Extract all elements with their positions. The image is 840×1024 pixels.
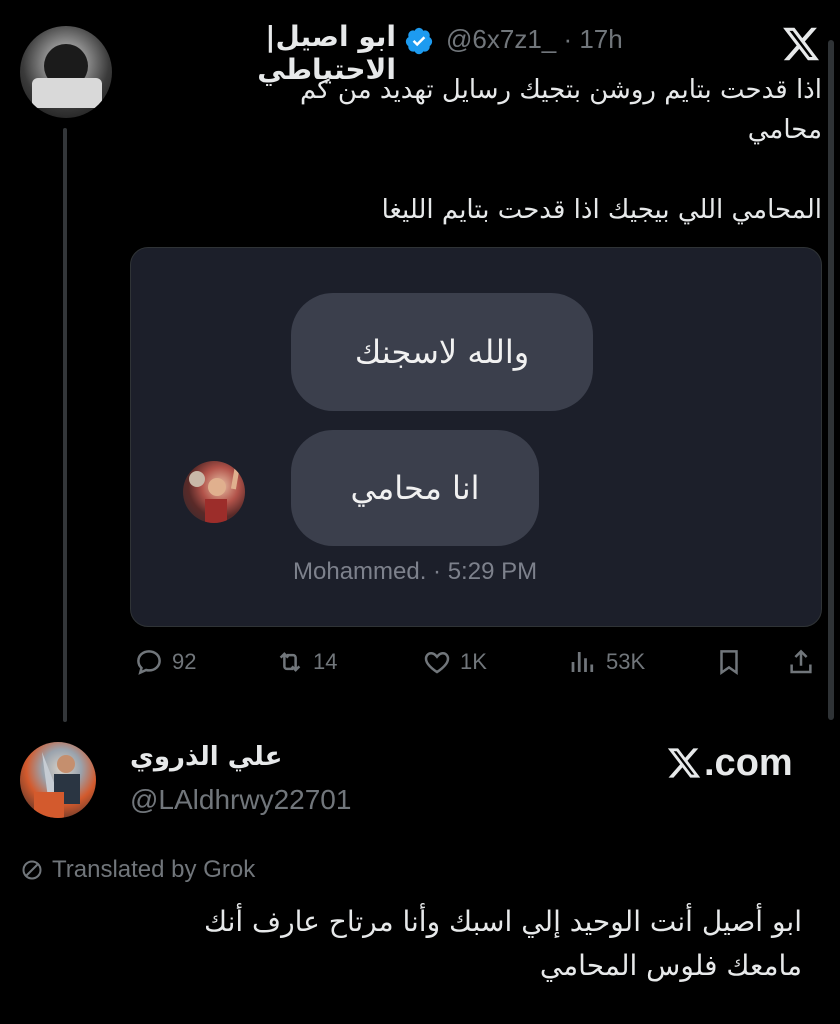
like-icon bbox=[424, 651, 450, 674]
author-handle[interactable]: @6x7z1_ bbox=[446, 24, 556, 54]
share-button[interactable] bbox=[786, 640, 816, 684]
chat-avatar bbox=[183, 461, 245, 523]
views-icon bbox=[571, 652, 594, 672]
like-count: 1K bbox=[460, 649, 487, 674]
translated-by-grok[interactable]: Translated by Grok bbox=[20, 856, 255, 884]
share-icon bbox=[790, 649, 812, 674]
views-count: 53K bbox=[606, 649, 646, 674]
reply-author-handle[interactable]: @LAldhrwy22701 bbox=[130, 784, 351, 816]
repost-icon bbox=[279, 652, 301, 672]
x-com-text: .com bbox=[704, 741, 793, 784]
x-com-watermark: .com bbox=[666, 738, 826, 788]
reply-count: 92 bbox=[172, 649, 197, 674]
repost-button[interactable]: 14 bbox=[275, 640, 337, 684]
translated-label: Translated by Grok bbox=[52, 856, 256, 883]
verified-badge-icon bbox=[405, 27, 433, 55]
reply-icon bbox=[137, 650, 161, 675]
repost-count: 14 bbox=[313, 649, 338, 674]
tweet-text-line: المحامي اللي بيجيك اذا قدحت بتايم الليغا bbox=[381, 195, 822, 225]
chat-avatar-figure bbox=[189, 464, 241, 523]
avatar-detail bbox=[32, 78, 102, 108]
bookmark-button[interactable] bbox=[714, 640, 744, 684]
tweet-time[interactable]: · 17h bbox=[563, 24, 622, 54]
tweet-actions: 92 14 1K 53K bbox=[130, 640, 822, 684]
bookmark-icon bbox=[720, 650, 738, 676]
reply-text-line: مامعك فلوس المحامي bbox=[539, 949, 802, 982]
like-button[interactable]: 1K bbox=[422, 640, 487, 684]
scrollbar[interactable] bbox=[828, 40, 834, 720]
author-handle-and-time[interactable]: @6x7z1_ · 17h bbox=[446, 24, 623, 55]
chat-bubble: والله لاسجنك bbox=[291, 293, 593, 411]
thread-connector-line bbox=[63, 128, 67, 722]
views-button[interactable]: 53K bbox=[568, 640, 645, 684]
reply-text-line: ابو أصيل أنت الوحيد إلي اسبك وأنا مرتاح … bbox=[203, 905, 802, 938]
tweet-text: اذا قدحت بتايم روشن بتجيك رسايل تهديد من… bbox=[130, 70, 822, 230]
translate-icon bbox=[22, 860, 42, 880]
x-logo-icon bbox=[667, 748, 701, 778]
reply-avatar-figure bbox=[34, 752, 80, 818]
chat-sender-time: Mohammed. · 5:29 PM bbox=[293, 558, 538, 585]
tweet-media-image[interactable]: والله لاسجنك انا محامي Mohammed. · 5:29 … bbox=[130, 247, 822, 627]
reply-text: ابو أصيل أنت الوحيد إلي اسبك وأنا مرتاح … bbox=[40, 900, 802, 988]
reply-author-name[interactable]: علي الذروي bbox=[130, 742, 282, 772]
tweet-text-line: اذا قدحت بتايم روشن بتجيك رسايل تهديد من… bbox=[299, 75, 822, 105]
reply-author-avatar[interactable] bbox=[20, 742, 96, 818]
x-logo-icon[interactable] bbox=[781, 24, 821, 64]
chat-bubble: انا محامي bbox=[291, 430, 539, 546]
author-avatar[interactable] bbox=[20, 26, 112, 118]
reply-button[interactable]: 92 bbox=[134, 640, 196, 684]
tweet-text-line: محامي bbox=[747, 115, 822, 145]
